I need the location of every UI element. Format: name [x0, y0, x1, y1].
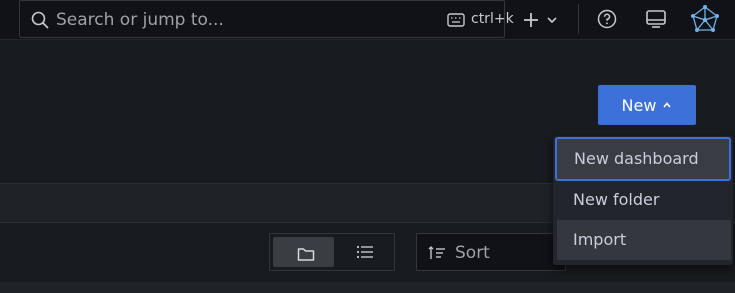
folder-icon: [297, 248, 315, 261]
sort-label: Sort: [455, 243, 490, 263]
chevron-up-icon: [663, 102, 672, 108]
plus-icon: [524, 13, 538, 27]
help-icon[interactable]: [597, 9, 617, 29]
list-header-strip: [0, 282, 735, 293]
toolbar-divider: [578, 4, 579, 34]
sort-icon: [428, 246, 445, 259]
add-new-button[interactable]: [522, 8, 562, 32]
menu-item-new-folder[interactable]: New folder: [557, 180, 731, 220]
search-shortcut: ctrl+k: [471, 11, 514, 27]
new-button[interactable]: New: [598, 85, 696, 125]
chevron-down-icon: [547, 17, 557, 24]
list-icon[interactable]: [356, 245, 374, 259]
view-mode-toggle: [269, 233, 395, 271]
search-placeholder: Search or jump to...: [56, 10, 224, 30]
news-icon[interactable]: [645, 9, 667, 29]
menu-item-import[interactable]: Import: [557, 220, 731, 260]
search-input[interactable]: Search or jump to... ctrl+k: [19, 0, 514, 38]
search-icon: [31, 11, 49, 29]
grafana-logo[interactable]: [688, 3, 722, 35]
new-button-label: New: [621, 95, 657, 115]
new-dropdown-menu: New dashboard New folder Import: [553, 136, 733, 265]
sort-select[interactable]: Sort: [416, 233, 566, 271]
menu-item-new-dashboard[interactable]: New dashboard: [555, 137, 731, 181]
folder-view-button[interactable]: [273, 237, 334, 267]
top-navigation-bar: Search or jump to... ctrl+k: [0, 0, 735, 40]
keyboard-icon: [447, 13, 465, 27]
